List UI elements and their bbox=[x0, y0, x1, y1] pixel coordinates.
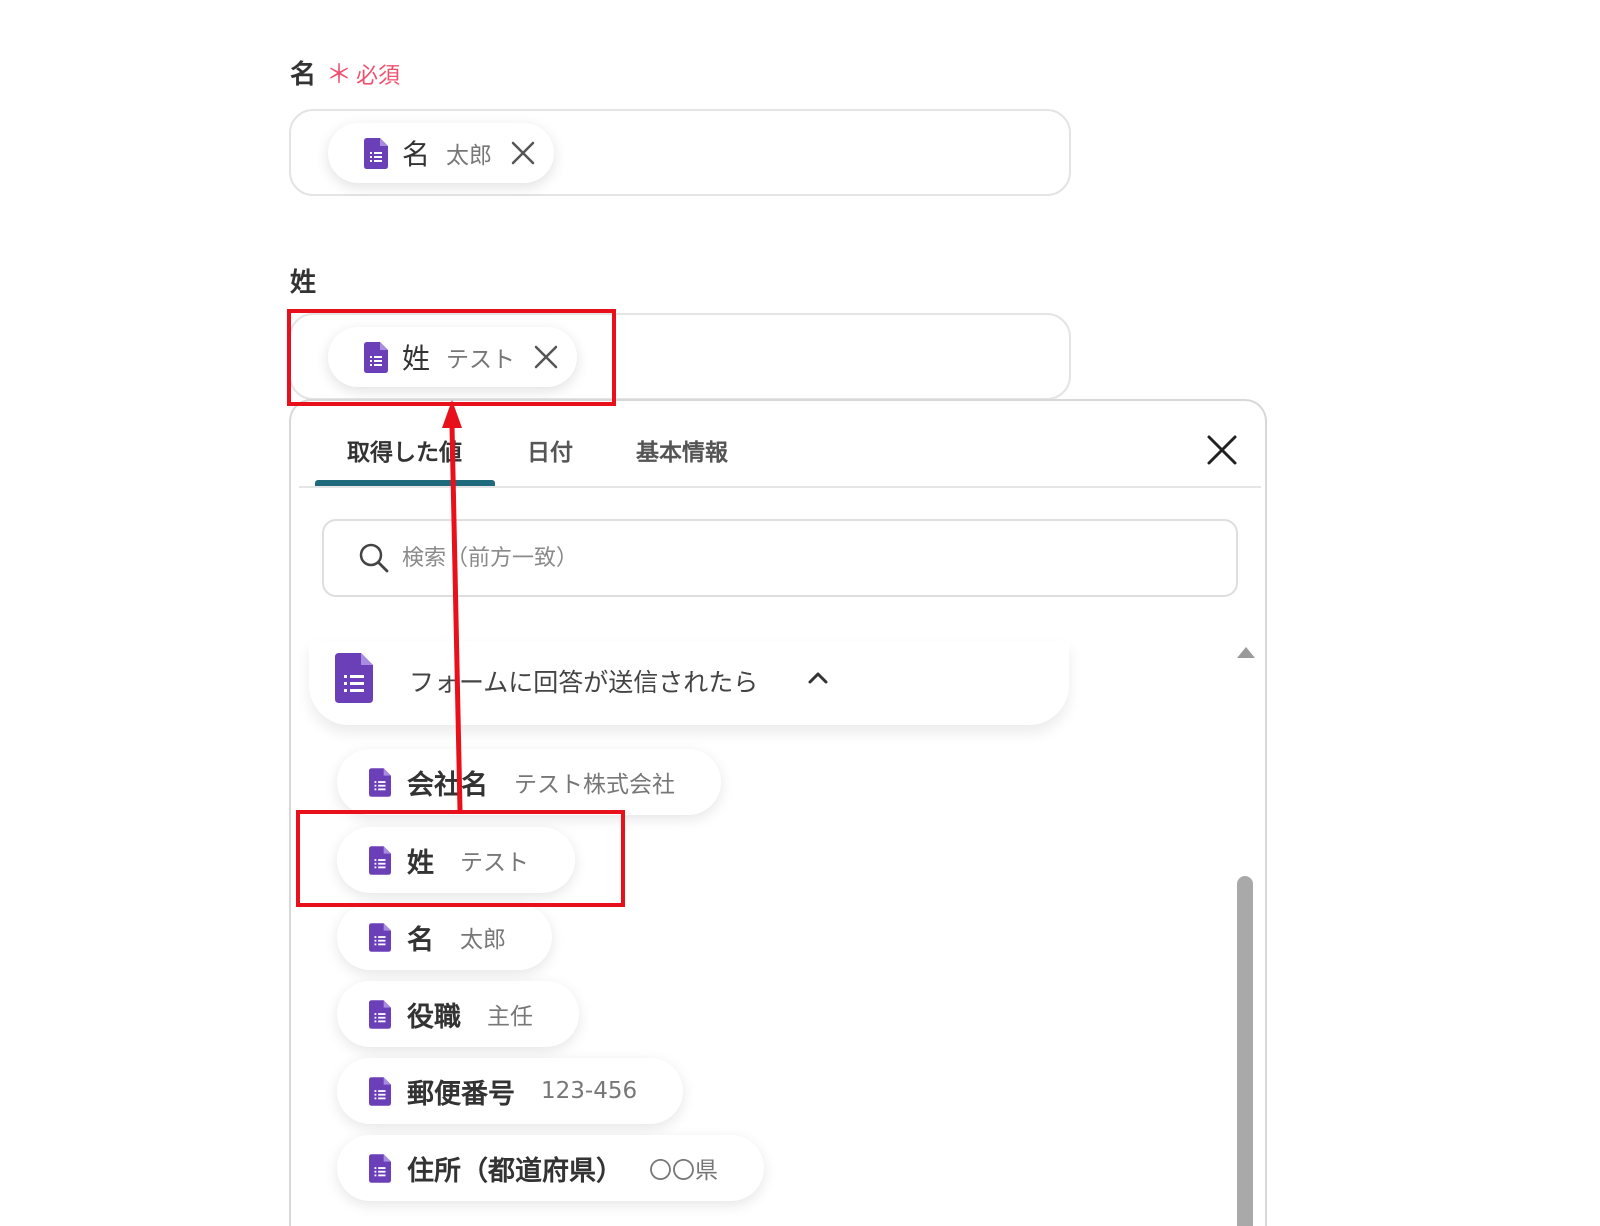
google-forms-icon bbox=[335, 653, 373, 703]
google-forms-icon bbox=[369, 922, 391, 952]
item-value: 123-456 bbox=[541, 1078, 638, 1104]
search-field[interactable] bbox=[322, 519, 1238, 597]
required-asterisk: ＊ bbox=[326, 60, 353, 90]
chip-field-name: 姓 bbox=[402, 342, 431, 375]
scrollbar-thumb[interactable] bbox=[1237, 876, 1253, 1226]
list-item-company-name[interactable]: 会社名 テスト株式会社 bbox=[337, 749, 721, 815]
scroll-up-arrow-icon[interactable] bbox=[1235, 644, 1257, 660]
section-title: フォームに回答が送信されたら bbox=[409, 668, 759, 697]
google-forms-icon bbox=[369, 767, 391, 797]
search-input[interactable] bbox=[400, 544, 1224, 572]
tab-basic-info[interactable]: 基本情報 bbox=[636, 433, 728, 467]
last-name-label: 姓 bbox=[290, 268, 317, 298]
google-forms-icon bbox=[364, 341, 388, 373]
tab-date[interactable]: 日付 bbox=[527, 433, 573, 467]
list-item-prefecture[interactable]: 住所（都道府県） 〇〇県 bbox=[337, 1135, 764, 1201]
item-name: 会社名 bbox=[407, 769, 488, 801]
google-forms-icon bbox=[369, 845, 391, 875]
list-item-job-title[interactable]: 役職 主任 bbox=[337, 981, 579, 1047]
item-value: 〇〇県 bbox=[649, 1158, 718, 1184]
last-name-value-chip[interactable]: 姓 テスト bbox=[328, 327, 578, 387]
remove-chip-icon[interactable] bbox=[510, 140, 536, 166]
section-header[interactable]: フォームに回答が送信されたら bbox=[309, 641, 1069, 725]
item-name: 姓 bbox=[407, 847, 434, 879]
list-item-first-name[interactable]: 名 太郎 bbox=[337, 904, 552, 970]
value-picker-panel: 取得した値 日付 基本情報 フォームに回答が送信されたら bbox=[289, 399, 1267, 1226]
search-icon bbox=[359, 543, 389, 573]
tab-divider bbox=[299, 486, 1261, 488]
list-item-postal-code[interactable]: 郵便番号 123-456 bbox=[337, 1058, 684, 1124]
first-name-label-row: 名 ＊ 必須 bbox=[290, 54, 400, 91]
item-value: 主任 bbox=[487, 1004, 533, 1030]
last-name-label-row: 姓 bbox=[290, 262, 316, 299]
google-forms-icon bbox=[369, 1153, 391, 1183]
item-name: 役職 bbox=[407, 1001, 461, 1033]
item-name: 住所（都道府県） bbox=[407, 1155, 623, 1187]
item-name: 郵便番号 bbox=[407, 1078, 515, 1110]
item-value: テスト株式会社 bbox=[514, 772, 675, 798]
chevron-up-icon[interactable] bbox=[807, 669, 829, 685]
google-forms-icon bbox=[369, 1076, 391, 1106]
first-name-value-chip[interactable]: 名 太郎 bbox=[328, 123, 555, 183]
chip-field-value: 太郎 bbox=[446, 143, 493, 169]
chip-field-name: 名 bbox=[402, 138, 431, 171]
item-value: テスト bbox=[460, 850, 529, 876]
close-icon[interactable] bbox=[1206, 434, 1238, 466]
remove-chip-icon[interactable] bbox=[533, 344, 559, 370]
google-forms-icon bbox=[364, 137, 388, 169]
chip-field-value: テスト bbox=[446, 347, 516, 373]
list-item-last-name[interactable]: 姓 テスト bbox=[337, 827, 575, 893]
required-indicator: ＊ 必須 bbox=[326, 54, 400, 91]
first-name-label: 名 bbox=[290, 60, 317, 90]
item-value: 太郎 bbox=[460, 927, 506, 953]
google-forms-icon bbox=[369, 999, 391, 1029]
tab-retrieved-values[interactable]: 取得した値 bbox=[347, 433, 462, 467]
item-name: 名 bbox=[407, 924, 434, 956]
required-text: 必須 bbox=[356, 64, 401, 89]
